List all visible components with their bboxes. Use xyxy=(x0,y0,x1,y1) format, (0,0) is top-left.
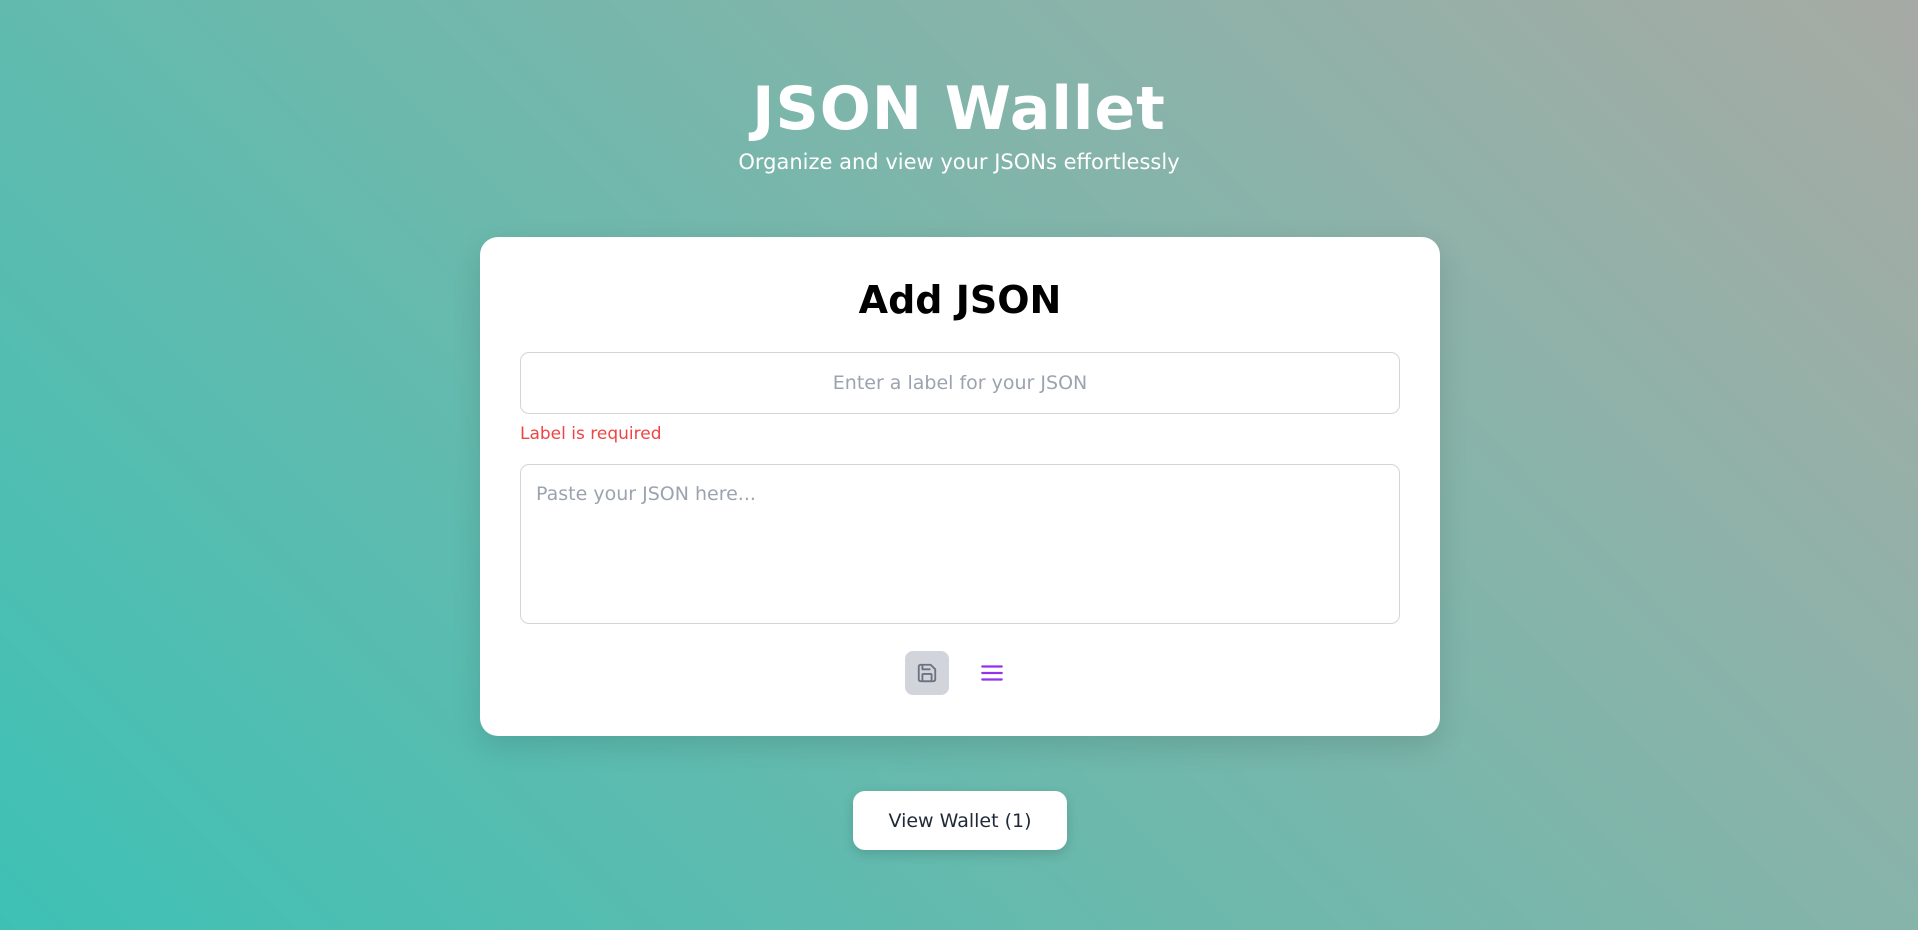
menu-lines-icon xyxy=(979,660,1005,686)
app-header: JSON Wallet Organize and view your JSONs… xyxy=(0,72,1918,176)
card-title: Add JSON xyxy=(858,278,1062,322)
json-label-input[interactable] xyxy=(520,352,1400,414)
app-title: JSON Wallet xyxy=(752,74,1166,144)
app-subtitle: Organize and view your JSONs effortlessl… xyxy=(738,150,1180,174)
save-button[interactable] xyxy=(905,651,949,695)
format-json-button[interactable] xyxy=(970,651,1014,695)
add-json-card: Add JSON Label is required xyxy=(480,237,1440,736)
view-wallet-button[interactable]: View Wallet (1) xyxy=(853,791,1067,850)
json-content-textarea[interactable] xyxy=(520,464,1400,624)
label-error-message: Label is required xyxy=(520,424,662,444)
save-icon xyxy=(916,662,938,684)
